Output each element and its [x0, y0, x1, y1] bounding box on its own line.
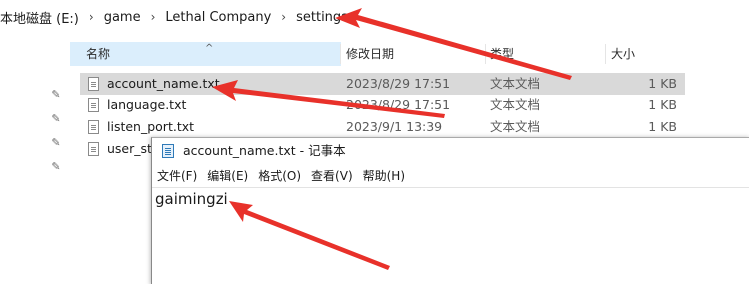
menu-file[interactable]: 文件(F) — [152, 165, 197, 187]
pin-icon[interactable]: ✎ — [50, 137, 62, 149]
column-date-modified[interactable]: 修改日期 — [330, 42, 476, 66]
breadcrumb-drive[interactable]: 本地磁盘 (E:) — [0, 8, 85, 27]
sort-up-icon: ^ — [205, 43, 214, 54]
notepad-content: gaimingzi — [155, 190, 228, 208]
breadcrumb-lethal-company[interactable]: Lethal Company — [159, 10, 277, 25]
notepad-text-area[interactable]: gaimingzi — [152, 187, 749, 284]
chevron-right-icon[interactable]: › — [277, 10, 290, 24]
file-name: listen_port.txt — [107, 119, 195, 134]
menu-view[interactable]: 查看(V) — [306, 165, 353, 187]
file-type: 文本文档 — [490, 76, 541, 91]
text-file-icon — [88, 77, 99, 91]
text-file-icon — [88, 142, 99, 156]
file-size: 1 KB — [648, 119, 677, 134]
menu-format[interactable]: 格式(O) — [253, 165, 301, 187]
breadcrumb-settings[interactable]: settings — [290, 10, 354, 25]
notepad-title: account_name.txt - 记事本 — [183, 143, 346, 158]
column-name[interactable]: 名称 ^ — [70, 42, 341, 66]
column-date-label: 修改日期 — [346, 47, 395, 61]
breadcrumb-game[interactable]: game — [98, 10, 147, 25]
column-type-label: 类型 — [490, 47, 515, 61]
column-size-label: 大小 — [611, 47, 636, 61]
file-name: language.txt — [107, 97, 187, 112]
file-date: 2023/8/29 17:51 — [346, 76, 451, 91]
notepad-icon — [162, 144, 174, 158]
notepad-menubar: 文件(F) 编辑(E) 格式(O) 查看(V) 帮助(H) — [152, 165, 749, 187]
file-row-account-name[interactable]: account_name.txt 2023/8/29 17:51 文本文档 1 … — [80, 73, 685, 95]
column-header: 名称 ^ 修改日期 类型 大小 — [70, 42, 749, 66]
file-type: 文本文档 — [490, 119, 541, 134]
file-name: account_name.txt — [107, 76, 220, 91]
file-date: 2023/8/29 17:51 — [346, 97, 451, 112]
file-size: 1 KB — [648, 76, 677, 91]
pin-icon[interactable]: ✎ — [50, 89, 62, 101]
column-name-label: 名称 — [86, 47, 111, 61]
text-file-icon — [88, 98, 99, 112]
chevron-right-icon[interactable]: › — [147, 10, 160, 24]
file-size: 1 KB — [648, 97, 677, 112]
file-row-listen-port[interactable]: listen_port.txt 2023/9/1 13:39 文本文档 1 KB — [80, 116, 685, 138]
breadcrumb: 本地磁盘 (E:) › game › Lethal Company › sett… — [0, 0, 749, 34]
notepad-window: account_name.txt - 记事本 文件(F) 编辑(E) 格式(O)… — [151, 137, 749, 284]
file-type: 文本文档 — [490, 97, 541, 112]
file-date: 2023/9/1 13:39 — [346, 119, 443, 134]
screenshot-root: 本地磁盘 (E:) › game › Lethal Company › sett… — [0, 0, 749, 284]
menu-help[interactable]: 帮助(H) — [358, 165, 405, 187]
column-size[interactable]: 大小 — [595, 42, 691, 66]
pin-icon[interactable]: ✎ — [50, 113, 62, 125]
text-file-icon — [88, 120, 99, 134]
column-type[interactable]: 类型 — [474, 42, 600, 66]
pin-icon[interactable]: ✎ — [50, 161, 62, 173]
file-row-language[interactable]: language.txt 2023/8/29 17:51 文本文档 1 KB — [80, 94, 685, 116]
notepad-titlebar[interactable]: account_name.txt - 记事本 — [152, 138, 749, 164]
chevron-right-icon[interactable]: › — [85, 10, 98, 24]
menu-edit[interactable]: 编辑(E) — [202, 165, 248, 187]
